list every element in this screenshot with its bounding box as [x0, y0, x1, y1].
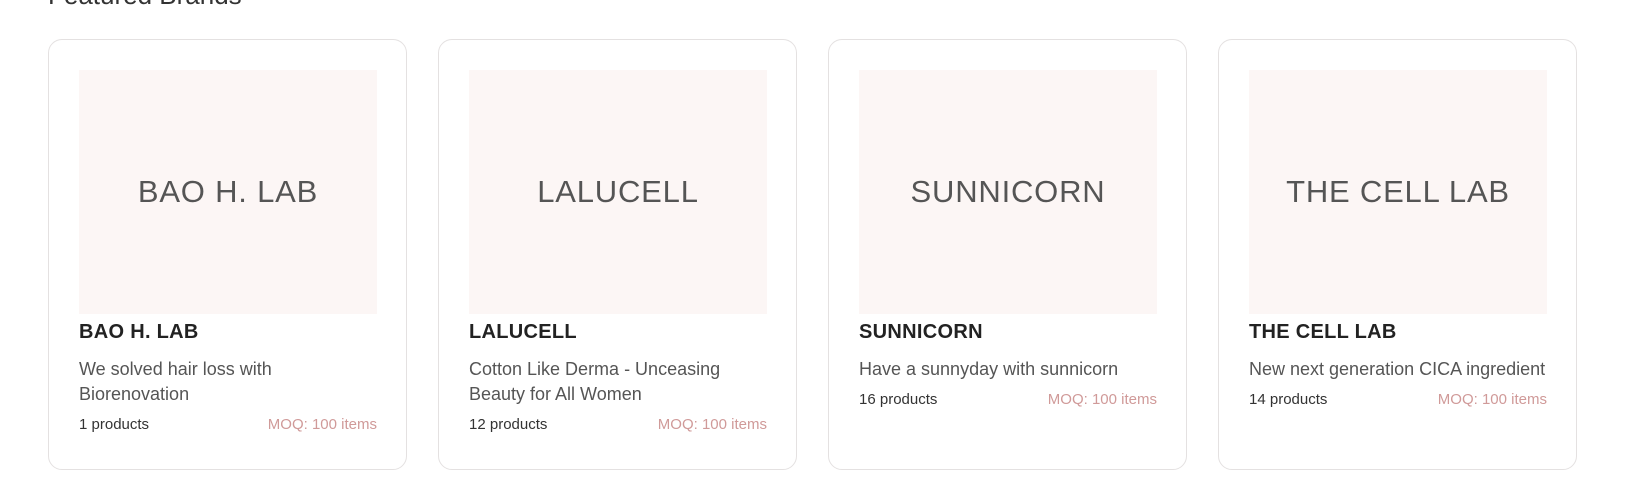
brand-logo: LALUCELL: [469, 70, 767, 314]
product-count: 14 products: [1249, 391, 1328, 408]
product-count: 16 products: [859, 391, 938, 408]
brand-name: LALUCELL: [469, 321, 577, 343]
brand-logo: SUNNICORN: [859, 70, 1157, 314]
moq-label: MOQ: 100 items: [1437, 391, 1547, 408]
brand-name: THE CELL LAB: [1249, 321, 1397, 343]
moq-label: MOQ: 100 items: [1047, 391, 1157, 408]
brand-meta: 14 products MOQ: 100 items: [1249, 389, 1547, 411]
brand-card-the-cell-lab[interactable]: THE CELL LAB THE CELL LAB New next gener…: [1218, 39, 1577, 470]
brand-name: SUNNICORN: [859, 321, 983, 343]
moq-label: MOQ: 100 items: [657, 416, 767, 433]
product-count: 1 products: [79, 416, 150, 433]
brand-meta: 12 products MOQ: 100 items: [469, 414, 767, 436]
brand-meta: 1 products MOQ: 100 items: [79, 414, 377, 436]
brand-logo: BAO H. LAB: [79, 70, 377, 314]
brand-logo: THE CELL LAB: [1249, 70, 1547, 314]
moq-label: MOQ: 100 items: [267, 416, 377, 433]
brand-card-bao-h-lab[interactable]: BAO H. LAB BAO H. LAB We solved hair los…: [48, 39, 407, 470]
brand-logo-text: SUNNICORN: [910, 174, 1106, 209]
brand-card-lalucell[interactable]: LALUCELL LALUCELL Cotton Like Derma - Un…: [438, 39, 797, 470]
brand-logo-text: LALUCELL: [537, 174, 699, 209]
brand-description: We solved hair loss with Biorenovation: [79, 359, 272, 404]
brand-meta: 16 products MOQ: 100 items: [859, 389, 1157, 411]
brand-description: Cotton Like Derma - Unceasing Beauty for…: [469, 359, 721, 404]
brand-grid: BAO H. LAB BAO H. LAB We solved hair los…: [48, 39, 1577, 470]
product-count: 12 products: [469, 416, 548, 433]
brands-page: Featured Brands BAO H. LAB BAO H. LAB We…: [0, 0, 1632, 482]
brand-card-sunnicorn[interactable]: SUNNICORN SUNNICORN Have a sunnyday with…: [828, 39, 1187, 470]
section-title: Featured Brands: [48, 0, 242, 11]
brand-name: BAO H. LAB: [79, 321, 199, 343]
brand-description: Have a sunnyday with sunnicorn: [859, 359, 1119, 379]
brand-description: New next generation CICA ingredient: [1249, 359, 1546, 379]
brand-logo-text: THE CELL LAB: [1286, 174, 1510, 209]
brand-logo-text: BAO H. LAB: [137, 174, 319, 209]
